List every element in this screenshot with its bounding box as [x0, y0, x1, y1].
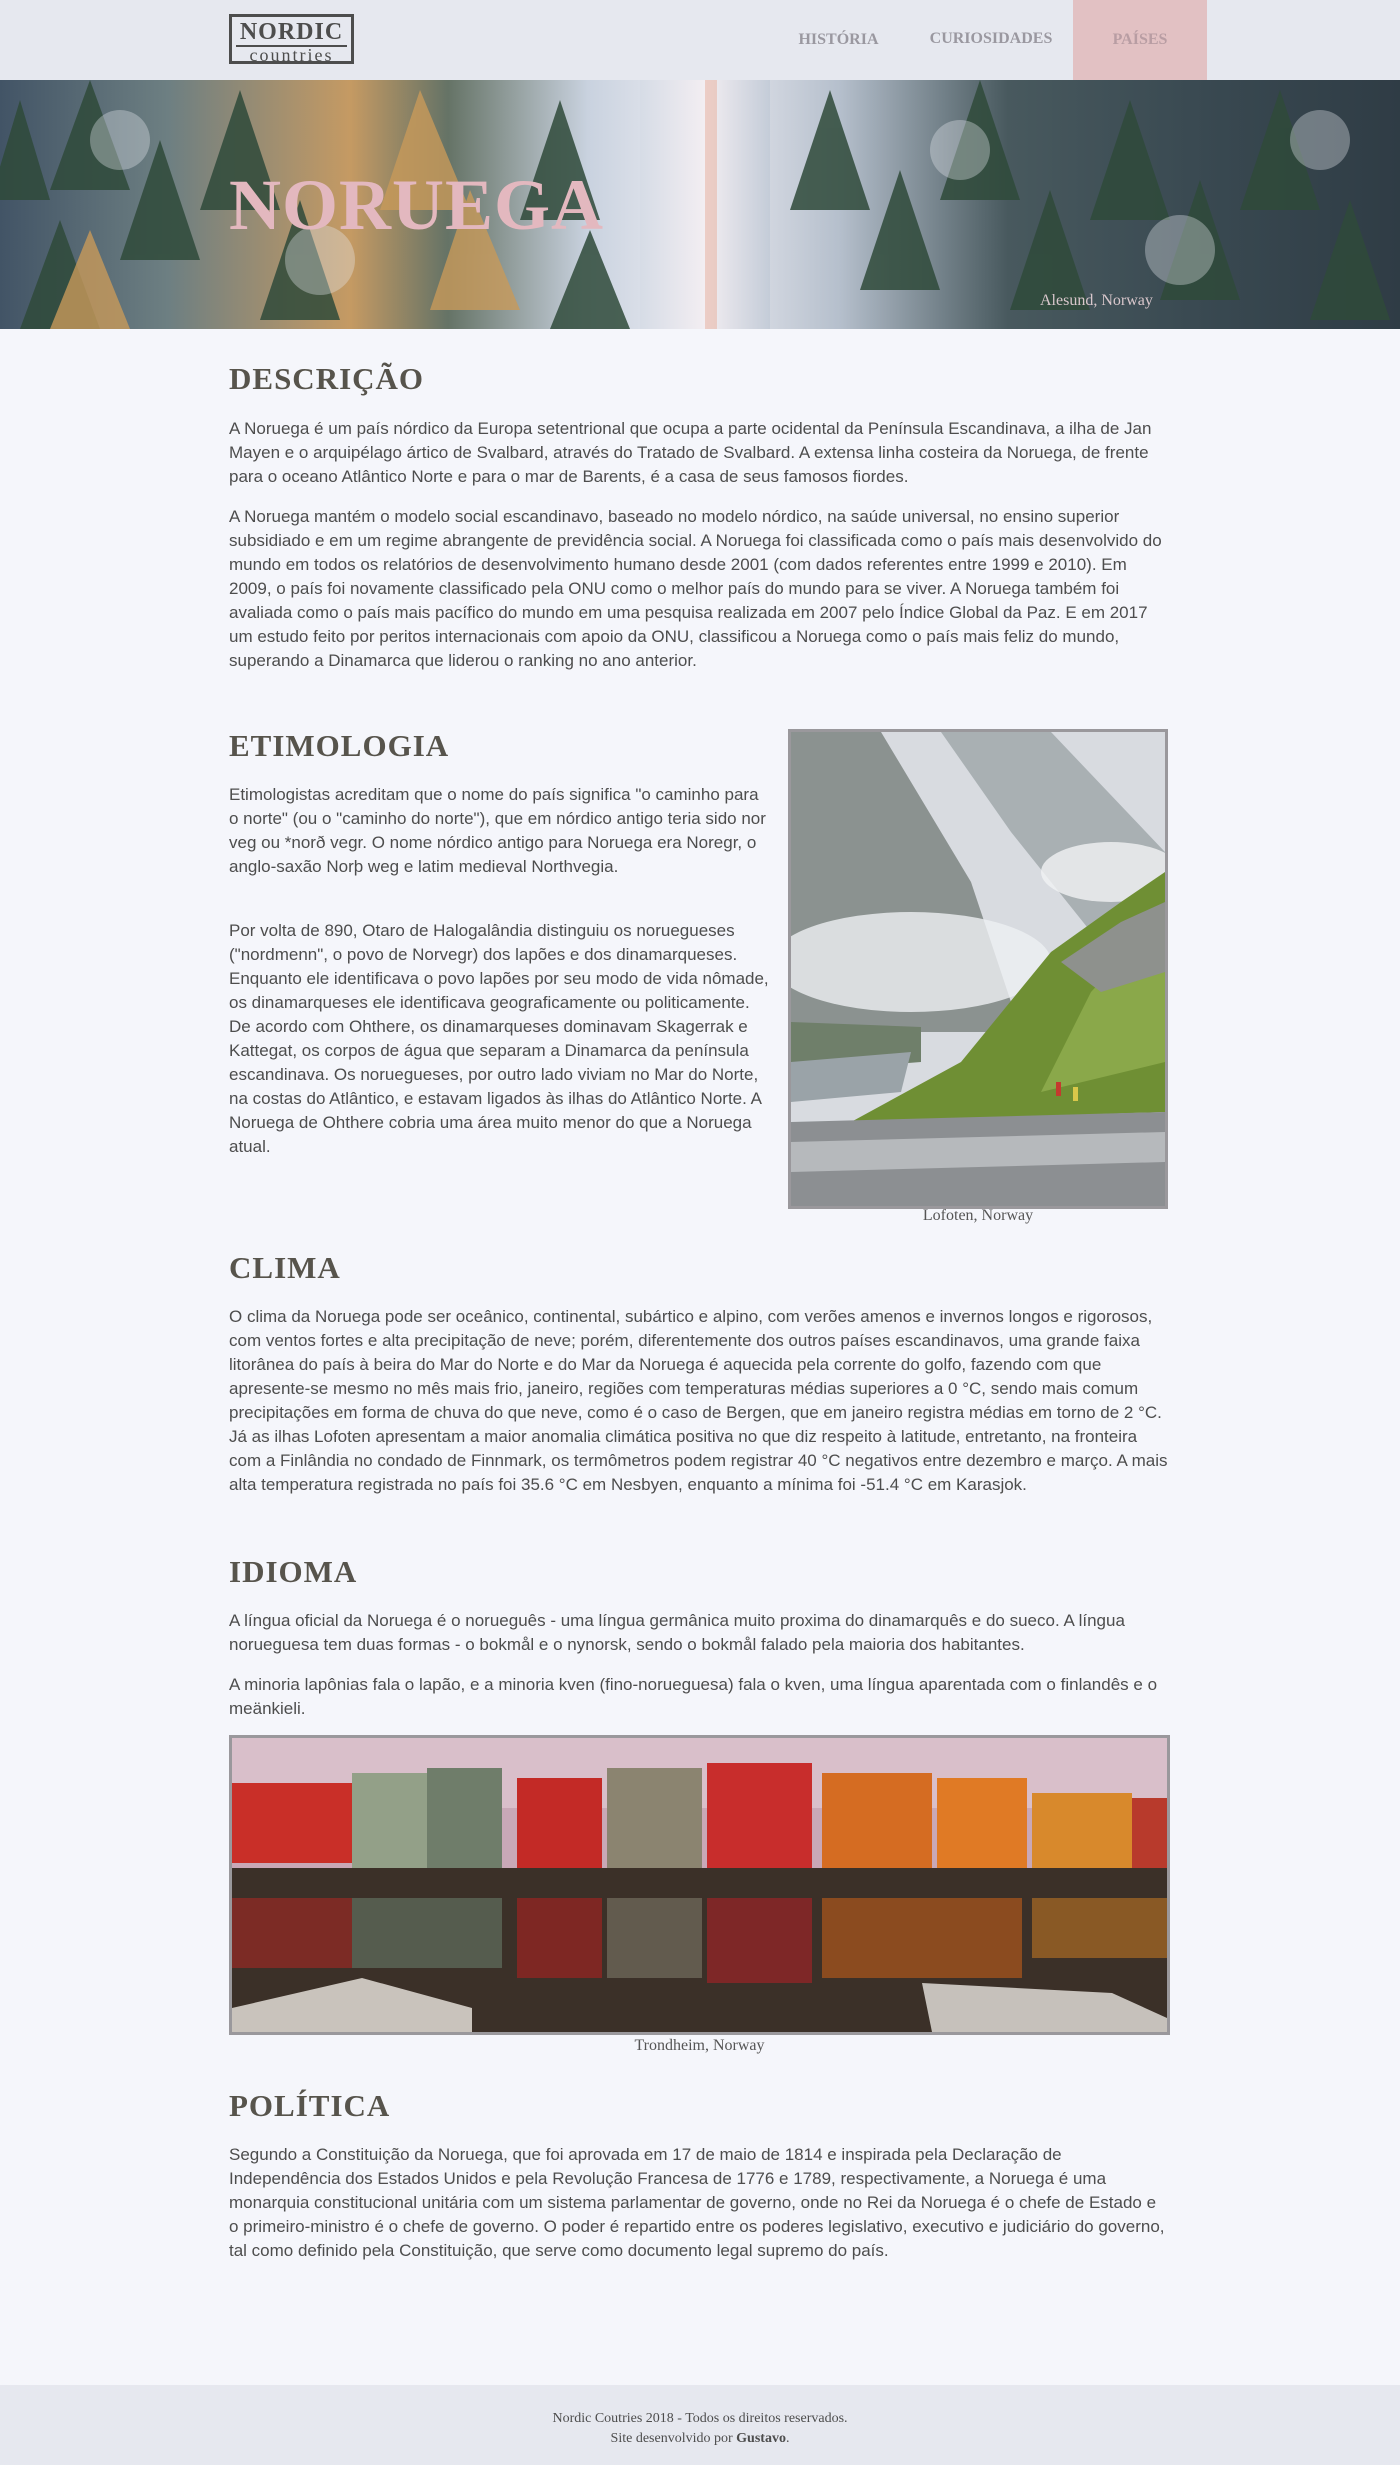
- trondheim-caption: Trondheim, Norway: [634, 2037, 765, 2054]
- footer-credit-suffix: .: [785, 2431, 790, 2446]
- idioma-paragraph-1: A língua oficial da Noruega é o norueguê…: [229, 1611, 1125, 1654]
- nav-item-paises[interactable]: PAÍSES: [1073, 0, 1207, 80]
- logo-bottom-text: countries: [236, 45, 347, 64]
- section-title-descricao: DESCRIÇÃO: [229, 361, 425, 396]
- site-header: NORDIC countries HISTÓRIA CURIOSIDADES P…: [0, 0, 1400, 80]
- section-title-etimologia: ETIMOLOGIA: [229, 728, 450, 763]
- clima-paragraph-1: O clima da Noruega pode ser oceânico, co…: [229, 1307, 1168, 1494]
- hero-banner: NORUEGA Alesund, Norway: [0, 80, 1400, 329]
- trondheim-image: [232, 1738, 1167, 2032]
- site-footer: Nordic Coutries 2018 - Todos os direitos…: [0, 2385, 1400, 2465]
- idioma-paragraph-2: A minoria lapônias fala o lapão, e a min…: [229, 1675, 1158, 1718]
- section-title-idioma: IDIOMA: [229, 1554, 358, 1589]
- hero-caption: Alesund, Norway: [1040, 292, 1153, 309]
- lofoten-image: [791, 732, 1165, 1206]
- section-title-clima: CLIMA: [229, 1250, 341, 1285]
- nav-item-curiosidades[interactable]: CURIOSIDADES: [916, 0, 1066, 80]
- footer-copyright: Nordic Coutries 2018 - Todos os direitos…: [552, 2411, 848, 2426]
- site-logo[interactable]: NORDIC countries: [229, 14, 354, 64]
- footer-author: Gustavo: [736, 2431, 786, 2446]
- nav-item-historia[interactable]: HISTÓRIA: [785, 0, 892, 80]
- lofoten-caption: Lofoten, Norway: [922, 1207, 1034, 1224]
- footer-credit-prefix: Site desenvolvido por: [610, 2431, 737, 2446]
- hero-forest-image: [0, 80, 1390, 329]
- etimologia-paragraph-2: Por volta de 890, Otaro de Halogalândia …: [229, 921, 769, 1156]
- logo-top-text: NORDIC: [239, 19, 344, 45]
- descricao-paragraph-1: A Noruega é um país nórdico da Europa se…: [229, 419, 1152, 486]
- page-title: NORUEGA: [229, 165, 605, 245]
- footer-credit: Site desenvolvido por Gustavo.: [0, 2431, 1400, 2447]
- lofoten-photo: [788, 729, 1168, 1209]
- politica-paragraph-1: Segundo a Constituição da Noruega, que f…: [229, 2145, 1165, 2260]
- descricao-paragraph-2: A Noruega mantém o modelo social escandi…: [229, 507, 1162, 670]
- etimologia-paragraph-1: Etimologistas acreditam que o nome do pa…: [229, 785, 766, 876]
- trondheim-photo: [229, 1735, 1170, 2035]
- section-title-politica: POLÍTICA: [229, 2088, 391, 2123]
